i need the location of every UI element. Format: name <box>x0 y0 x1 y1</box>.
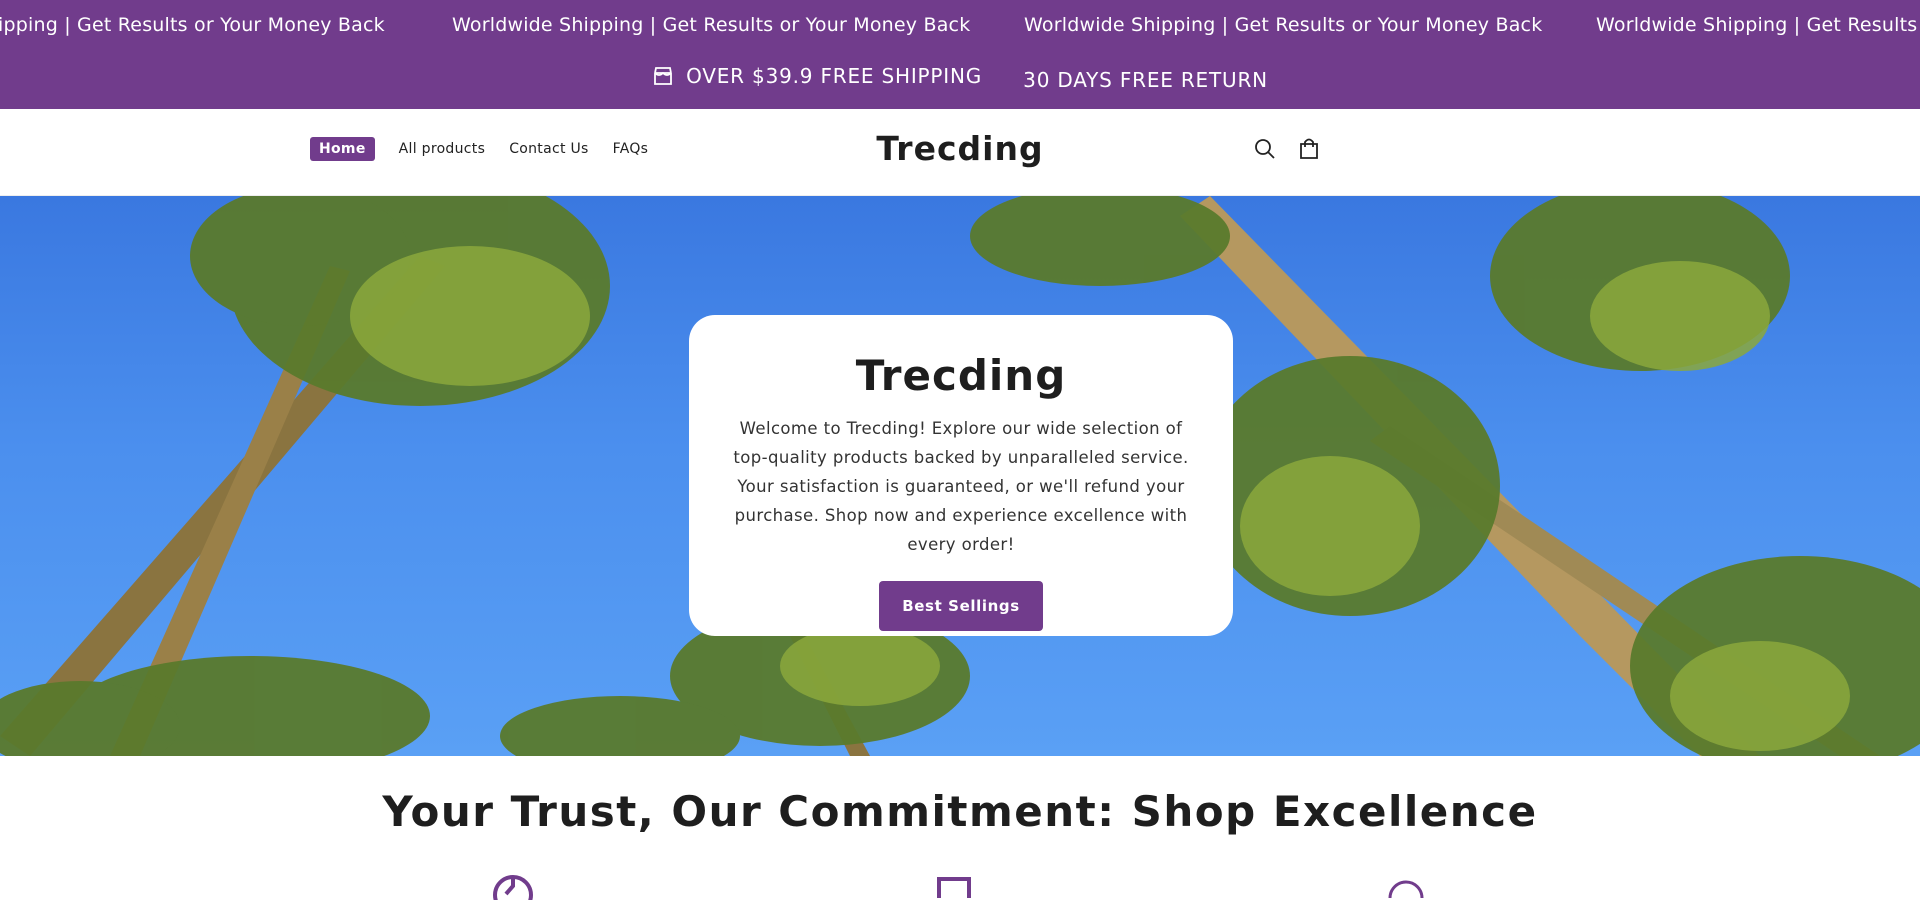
marquee-item: Worldwide Shipping | Get Results or Your… <box>1024 14 1543 36</box>
main-nav: Home All products Contact Us FAQs <box>310 137 672 161</box>
trust-heading: Your Trust, Our Commitment: Shop Excelle… <box>382 787 1538 836</box>
box-icon <box>937 877 971 898</box>
nav-faqs[interactable]: FAQs <box>613 141 649 157</box>
nav-all-products[interactable]: All products <box>399 141 486 157</box>
promo-bar: ipping | Get Results or Your Money Back … <box>0 0 1920 109</box>
hero-card: Trecding Welcome to Trecding! Explore ou… <box>689 315 1233 636</box>
store-icon <box>654 67 672 85</box>
marquee-item: Worldwide Shipping | Get Results or Your… <box>452 14 971 36</box>
marquee-item: Worldwide Shipping | Get Results or Your… <box>1596 14 1920 36</box>
marquee-item: ipping | Get Results or Your Money Back <box>0 14 385 36</box>
nav-contact-us[interactable]: Contact Us <box>509 141 588 157</box>
announcement: OVER $39.9 FREE SHIPPING 30 DAYS FREE RE… <box>0 64 1920 92</box>
header-actions <box>1254 137 1320 161</box>
free-return-text: 30 DAYS FREE RETURN <box>1023 68 1268 92</box>
free-shipping-text: OVER $39.9 FREE SHIPPING <box>686 64 982 88</box>
cart-icon[interactable] <box>1298 137 1320 161</box>
support-icon <box>1388 880 1424 898</box>
hero-description: Welcome to Trecding! Explore our wide se… <box>733 419 1189 554</box>
features-row <box>0 870 1920 900</box>
best-sellings-button[interactable]: Best Sellings <box>879 581 1043 631</box>
search-icon[interactable] <box>1254 137 1276 161</box>
site-logo[interactable]: Trecding <box>876 129 1043 168</box>
site-header: Home All products Contact Us FAQs Trecdi… <box>0 109 1920 196</box>
nav-home[interactable]: Home <box>310 137 375 161</box>
globe-icon <box>493 875 533 900</box>
marquee: ipping | Get Results or Your Money Back … <box>0 14 1920 36</box>
hero-banner: Trecding Welcome to Trecding! Explore ou… <box>0 196 1920 756</box>
hero-title: Trecding <box>855 351 1067 400</box>
